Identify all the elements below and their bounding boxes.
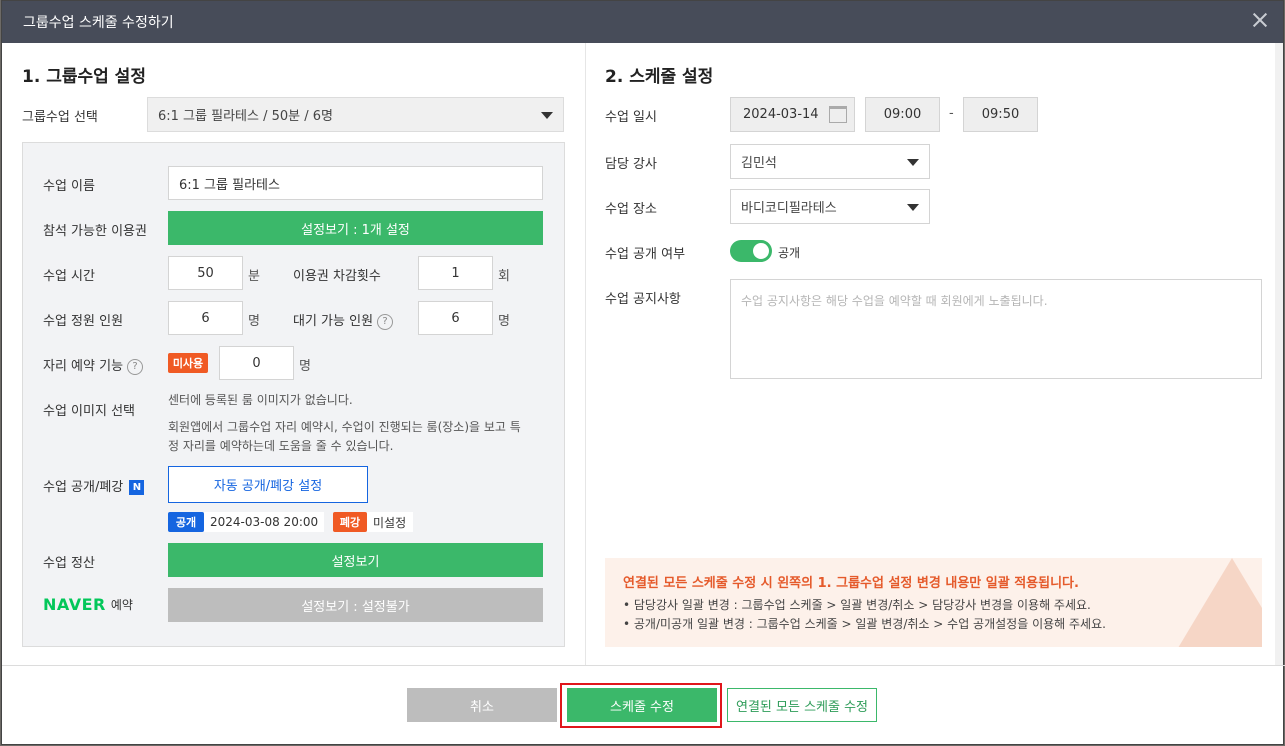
auto-publish-button-label: 자동 공개/폐강 설정 [213, 479, 323, 494]
start-time-input[interactable]: 09:00 [865, 97, 940, 132]
chevron-down-icon [541, 111, 553, 119]
capacity-label: 수업 정원 인원 [43, 314, 124, 329]
public-state: 공개 [778, 246, 801, 260]
group-class-select[interactable]: 6:1 그룹 필라테스 / 50분 / 6명 [147, 97, 564, 132]
class-name-value: 6:1 그룹 필라테스 [179, 177, 280, 193]
column-divider [585, 43, 586, 665]
close-tag: 폐강 [333, 512, 367, 532]
pass-settings-button[interactable]: 설정보기 : 1개 설정 [168, 211, 543, 245]
notice-headline: 연결된 모든 스케줄 수정 시 왼쪽의 1. 그룹수업 설정 변경 내용만 일괄… [623, 576, 1079, 591]
group-settings-title: 1. 그룹수업 설정 [22, 67, 146, 87]
scrollbar[interactable] [1275, 43, 1283, 665]
instructor-select[interactable]: 김민석 [730, 144, 930, 179]
naver-logo: NAVER [43, 595, 106, 614]
notice-line-2: • 공개/미공개 일괄 변경 : 그룹수업 스케줄 > 일괄 변경/취소 > 수… [623, 617, 1106, 631]
seat-label: 자리 예약 기능 [43, 359, 124, 374]
open-tag: 공개 [168, 512, 204, 532]
pass-label: 참석 가능한 이용권 [43, 224, 147, 239]
modal-title-bar: 그룹수업 스케줄 수정하기 [2, 1, 1283, 43]
warning-icon [1172, 558, 1262, 647]
end-time-value: 09:50 [981, 107, 1020, 122]
waitlist-input[interactable]: 6 [418, 301, 493, 335]
deduct-unit: 회 [498, 269, 510, 284]
seat-input[interactable]: 0 [219, 346, 294, 380]
duration-label: 수업 시간 [43, 269, 95, 284]
naver-suffix: 예약 [110, 598, 133, 612]
date-input[interactable]: 2024-03-14 [730, 97, 855, 132]
save-all-schedules-button[interactable]: 연결된 모든 스케줄 수정 [727, 688, 877, 722]
waitlist-label: 대기 가능 인원 [293, 314, 374, 329]
waitlist-unit: 명 [498, 314, 510, 329]
calendar-icon[interactable] [829, 106, 847, 123]
deduct-label: 이용권 차감횟수 [293, 269, 381, 284]
waitlist-value: 6 [451, 310, 460, 326]
duration-value: 50 [197, 265, 214, 281]
place-label: 수업 장소 [605, 202, 657, 217]
capacity-input[interactable]: 6 [168, 301, 243, 335]
duration-input[interactable]: 50 [168, 256, 243, 290]
footer-divider [2, 665, 1285, 666]
image-text-1: 센터에 등록된 룸 이미지가 없습니다. [168, 393, 353, 407]
settle-settings-button[interactable]: 설정보기 [168, 543, 543, 577]
image-notice: 센터에 등록된 룸 이미지가 없습니다. 회원앱에서 그룹수업 자리 예약시, … [168, 391, 548, 456]
save-schedule-button[interactable]: 스케줄 수정 [567, 688, 717, 722]
chevron-down-icon [907, 203, 919, 211]
seat-label-row: 자리 예약 기능? [43, 355, 144, 375]
notice-textarea[interactable]: 수업 공지사항은 해당 수업을 예약할 때 회원에게 노출됩니다. [730, 279, 1262, 379]
auto-publish-button[interactable]: 자동 공개/폐강 설정 [168, 466, 368, 503]
duration-unit: 분 [248, 269, 260, 284]
publish-label: 수업 공개/폐강 [43, 480, 124, 495]
date-value: 2024-03-14 [743, 107, 819, 122]
capacity-value: 6 [201, 310, 210, 326]
notice-placeholder: 수업 공지사항은 해당 수업을 예약할 때 회원에게 노출됩니다. [741, 294, 1048, 308]
open-datetime: 2024-03-08 20:00 [204, 512, 324, 532]
help-icon[interactable]: ? [377, 313, 394, 330]
deduct-input[interactable]: 1 [418, 256, 493, 290]
instructor-label: 담당 강사 [605, 157, 657, 172]
modal-title: 그룹수업 스케줄 수정하기 [23, 15, 174, 31]
public-toggle[interactable] [730, 240, 772, 262]
cancel-button[interactable]: 취소 [407, 688, 557, 722]
close-value: 미설정 [367, 512, 413, 532]
notice-label: 수업 공지사항 [605, 292, 681, 307]
class-name-label: 수업 이름 [43, 179, 95, 194]
image-label: 수업 이미지 선택 [43, 404, 135, 419]
public-label: 수업 공개 여부 [605, 247, 686, 262]
naver-settings-button: 설정보기 : 설정불가 [168, 588, 543, 622]
date-label: 수업 일시 [605, 110, 657, 125]
naver-booking-label: NAVER 예약 [43, 595, 133, 614]
seat-status-tag: 미사용 [168, 353, 208, 373]
place-value: 바디코디필라테스 [741, 201, 837, 216]
close-icon[interactable] [1251, 11, 1269, 29]
group-class-select-value: 6:1 그룹 필라테스 / 50분 / 6명 [158, 109, 333, 124]
image-text-3: 정 자리를 예약하는데 도움을 줄 수 있습니다. [168, 439, 394, 453]
image-text-2: 회원앱에서 그룹수업 자리 예약시, 수업이 진행되는 룸(장소)을 보고 특 [168, 420, 521, 434]
instructor-value: 김민석 [741, 156, 777, 171]
group-select-label: 그룹수업 선택 [22, 110, 98, 125]
seat-unit: 명 [299, 359, 311, 374]
chevron-down-icon [907, 158, 919, 166]
new-badge: N [129, 480, 145, 495]
notice-line-1: • 담당강사 일괄 변경 : 그룹수업 스케줄 > 일괄 변경/취소 > 담당강… [623, 598, 1091, 612]
capacity-unit: 명 [248, 314, 260, 329]
time-separator: - [949, 106, 954, 121]
class-name-input[interactable]: 6:1 그룹 필라테스 [168, 166, 543, 200]
publish-label-row: 수업 공개/폐강 N [43, 476, 145, 495]
deduct-value: 1 [451, 265, 460, 281]
help-icon[interactable]: ? [127, 358, 144, 375]
place-select[interactable]: 바디코디필라테스 [730, 189, 930, 224]
start-time-value: 09:00 [883, 107, 922, 122]
end-time-input[interactable]: 09:50 [963, 97, 1038, 132]
waitlist-label-row: 대기 가능 인원? [293, 310, 394, 330]
bulk-edit-notice: 연결된 모든 스케줄 수정 시 왼쪽의 1. 그룹수업 설정 변경 내용만 일괄… [605, 558, 1262, 647]
schedule-settings-title: 2. 스케줄 설정 [605, 67, 714, 87]
seat-value: 0 [252, 355, 261, 371]
settle-label: 수업 정산 [43, 556, 95, 571]
